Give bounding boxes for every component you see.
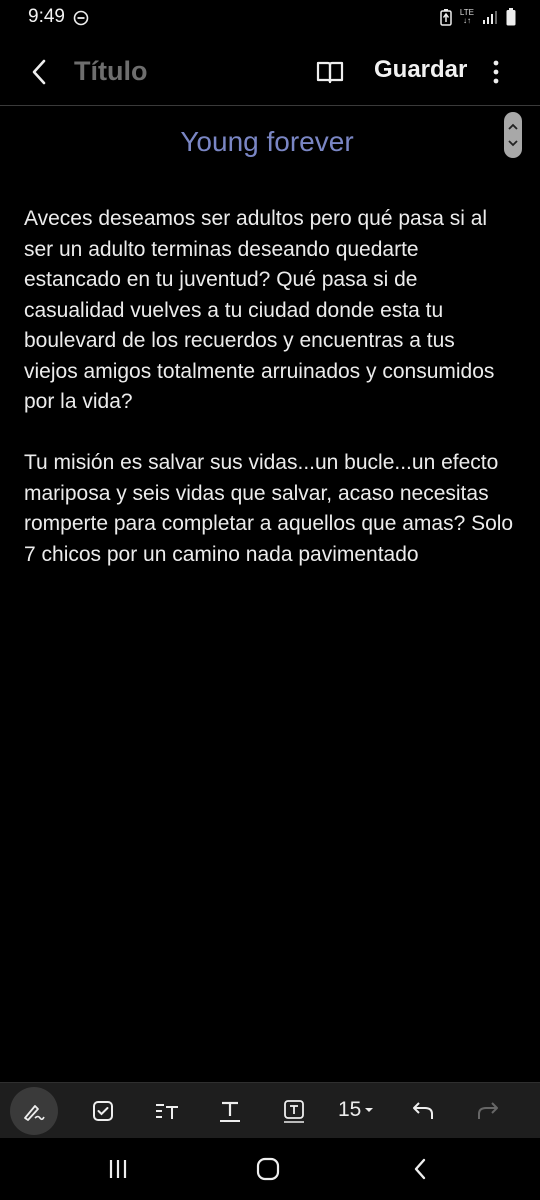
- text-box-icon: [284, 1100, 304, 1123]
- battery-icon: [506, 8, 516, 26]
- font-size-selector[interactable]: 15: [338, 1098, 374, 1122]
- app-bar: Título Guardar: [0, 36, 540, 106]
- network-type: LTE ↓↑: [459, 8, 474, 25]
- status-time: 9:49: [28, 6, 65, 27]
- home-icon: [256, 1157, 280, 1181]
- do-not-disturb-icon: [73, 10, 89, 26]
- status-icons: LTE ↓↑: [440, 6, 516, 28]
- paragraph-style-icon: [156, 1104, 178, 1119]
- save-button[interactable]: Guardar: [374, 56, 467, 84]
- text-format-button[interactable]: [210, 1091, 250, 1131]
- document-body[interactable]: Aveces deseamos ser adultos pero qué pas…: [24, 204, 514, 601]
- paragraph-style-button[interactable]: [147, 1091, 187, 1131]
- recent-apps-button[interactable]: [98, 1151, 138, 1187]
- formatting-toolbar: 15: [0, 1082, 540, 1139]
- back-nav-button[interactable]: [400, 1151, 440, 1187]
- undo-icon: [413, 1102, 433, 1119]
- back-icon[interactable]: [22, 54, 58, 90]
- more-icon[interactable]: [484, 54, 508, 90]
- status-bar: 9:49 LTE ↓↑: [0, 0, 540, 36]
- body-paragraph: Aveces deseamos ser adultos pero qué pas…: [24, 207, 495, 413]
- handwriting-pen-button[interactable]: [10, 1087, 58, 1135]
- scroll-arrows-icon: [508, 123, 518, 147]
- undo-button[interactable]: [404, 1091, 444, 1131]
- recent-apps-icon: [109, 1160, 127, 1178]
- note-editor[interactable]: Young forever Aveces deseamos ser adulto…: [0, 106, 540, 1082]
- dropdown-arrow-icon: [365, 1108, 374, 1112]
- checkbox-button[interactable]: [83, 1091, 123, 1131]
- body-paragraph: Tu misión es salvar sus vidas...un bucle…: [24, 451, 514, 566]
- text-box-button[interactable]: [274, 1091, 314, 1131]
- battery-saver-icon: [440, 9, 452, 26]
- title-field[interactable]: Título: [74, 56, 147, 87]
- system-nav-bar: [0, 1138, 540, 1200]
- book-icon[interactable]: [312, 54, 348, 90]
- handwriting-pen-icon: [24, 1105, 45, 1121]
- signal-icon: [483, 11, 497, 24]
- back-nav-icon: [414, 1158, 426, 1180]
- redo-icon: [478, 1102, 498, 1119]
- redo-button[interactable]: [467, 1091, 507, 1131]
- checkbox-icon: [93, 1101, 113, 1121]
- text-format-icon: [220, 1101, 240, 1122]
- scroll-handle[interactable]: [504, 112, 522, 158]
- document-title[interactable]: Young forever: [0, 126, 534, 158]
- font-size-value: 15: [338, 1098, 362, 1121]
- home-button[interactable]: [248, 1151, 288, 1187]
